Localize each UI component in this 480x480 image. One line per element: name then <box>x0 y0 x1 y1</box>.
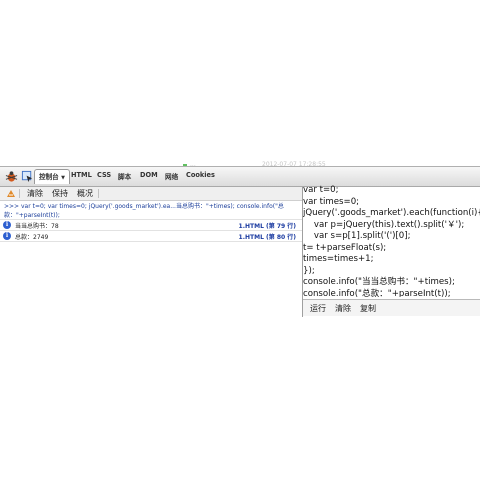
editor-line: jQuery('.goods_market').each(function(i)… <box>303 208 480 218</box>
run-button[interactable]: 运行 <box>310 303 326 314</box>
editor-toolbar: 运行 清除 复制 <box>303 299 480 316</box>
editor-line: }); <box>303 265 315 276</box>
console-toolbar: 清除 保持 概况 <box>0 187 302 201</box>
toolbar-divider <box>19 189 20 198</box>
main-toolbar: 控制台 ▼ HTML CSS 脚本 DOM 网络 Cookies <box>0 167 480 187</box>
tab-html[interactable]: HTML <box>71 171 92 179</box>
editor-line: var p=jQuery(this).text().split('￥'); <box>303 219 465 230</box>
clear-button[interactable]: 清除 <box>27 188 43 199</box>
info-icon: i <box>3 221 11 229</box>
editor-line: times=times+1; <box>303 254 374 264</box>
tab-console[interactable]: 控制台 ▼ <box>34 169 70 184</box>
editor-line: var s=p[1].split('(')[0]; <box>303 231 411 241</box>
log-row: i 当当总购书：78 1.HTML (第 79 行) <box>0 219 302 230</box>
info-icon: i <box>3 232 11 240</box>
tab-dom[interactable]: DOM <box>140 171 158 179</box>
tab-cookies[interactable]: Cookies <box>186 171 215 179</box>
persist-button[interactable]: 保持 <box>52 188 68 199</box>
tab-script[interactable]: 脚本 <box>118 171 131 181</box>
log-text: 当当总购书：78 <box>15 223 59 230</box>
firebug-panel: 控制台 ▼ HTML CSS 脚本 DOM 网络 Cookies 清除 保持 概… <box>0 166 480 317</box>
editor-line: t= t+parseFloat(s); <box>303 242 387 253</box>
log-source-link[interactable]: 1.HTML (第 80 行) <box>239 232 296 241</box>
editor-clear-button[interactable]: 清除 <box>335 303 351 314</box>
profile-button[interactable]: 概况 <box>77 188 93 199</box>
log-source-link[interactable]: 1.HTML (第 79 行) <box>239 221 296 230</box>
inspect-element-icon[interactable] <box>21 170 34 183</box>
tab-net[interactable]: 网络 <box>165 171 178 181</box>
tab-css[interactable]: CSS <box>97 171 111 179</box>
console-output: >>> var t=0; var times=0; jQuery('.goods… <box>0 201 302 317</box>
command-echo: >>> var t=0; var times=0; jQuery('.goods… <box>4 203 284 219</box>
editor-line: console.info("总款："+parseInt(t)); <box>303 288 451 298</box>
editor-line: console.info("当当总购书："+times); <box>303 277 455 287</box>
editor-line: var t=0; <box>303 185 339 195</box>
copy-button[interactable]: 复制 <box>360 303 376 314</box>
editor-line: var times=0; <box>303 196 360 207</box>
firebug-bug-icon[interactable] <box>5 170 18 183</box>
command-editor[interactable]: var t=0; var times=0; jQuery('.goods_marke… <box>303 185 480 297</box>
log-text: 总款：2749 <box>15 234 49 241</box>
panel-menu-icon[interactable] <box>6 189 16 198</box>
tab-console-label: 控制台 <box>39 173 59 181</box>
chevron-down-icon: ▼ <box>61 175 65 181</box>
log-row: i 总款：2749 1.HTML (第 80 行) <box>0 230 302 242</box>
toolbar-divider <box>98 189 99 198</box>
